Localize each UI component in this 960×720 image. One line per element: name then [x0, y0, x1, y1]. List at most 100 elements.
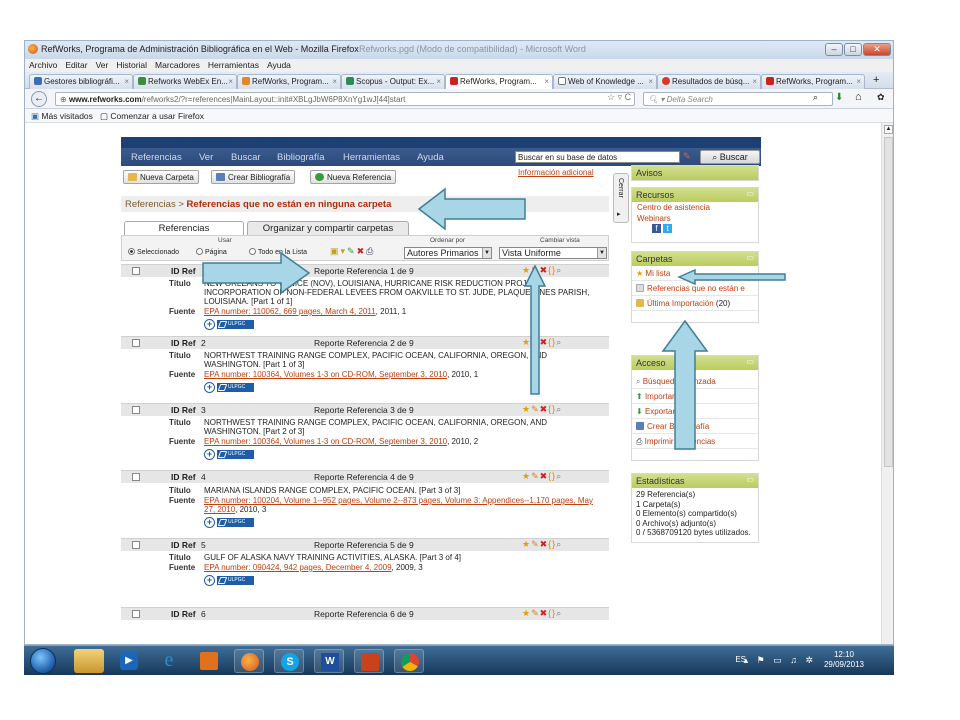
close-tab-icon[interactable]: × — [544, 77, 549, 86]
browser-tab[interactable]: Web of Knowledge ... × — [553, 74, 657, 89]
bookmark-getting-started[interactable]: ▢ Comenzar a usar Firefox — [100, 111, 204, 121]
menu-ayuda[interactable]: Ayuda — [263, 59, 295, 71]
browser-tab[interactable]: Refworks WebEx En... × — [133, 74, 237, 89]
record-checkbox[interactable] — [132, 406, 140, 414]
collapse-icon[interactable]: ▭ — [746, 253, 754, 262]
edit-icon[interactable]: ✎ — [531, 539, 540, 549]
clock[interactable]: 12:10 29/09/2013 — [824, 650, 864, 670]
collapse-icon[interactable]: ▭ — [746, 357, 754, 366]
ulpgc-link-button[interactable]: + ULPGC — [204, 517, 259, 528]
magnifier-icon[interactable]: ⌕ — [556, 404, 562, 414]
magnifier-icon[interactable]: ⌕ — [556, 608, 562, 618]
source-link[interactable]: EPA number: 100364, Volumes 1-3 on CD-RO… — [204, 437, 447, 446]
magnifier-icon[interactable]: ⌕ — [556, 539, 562, 549]
menu-editar[interactable]: Editar — [61, 59, 91, 71]
ulpgc-link-button[interactable]: + ULPGC — [204, 319, 259, 330]
magnifier-icon[interactable]: ⌕ — [556, 337, 562, 347]
download-icon[interactable]: ⬇ — [835, 92, 843, 103]
tab-referencias[interactable]: Referencias — [124, 221, 244, 235]
sidebar-close-handle[interactable]: Cerrar ▸ — [613, 173, 629, 223]
close-tab-icon[interactable]: × — [752, 77, 757, 86]
delete-icon[interactable]: ✖ — [357, 246, 367, 256]
record-checkbox[interactable] — [132, 339, 140, 347]
folder-last-import[interactable]: Última Importación (20) — [632, 296, 758, 311]
page-search-button[interactable]: ⌕ Buscar — [700, 150, 760, 164]
new-tab-icon[interactable]: + — [873, 74, 879, 86]
panel-header[interactable]: Carpetas ▭ — [632, 252, 758, 266]
sort-select[interactable]: Autores Primarios ▼ — [404, 247, 492, 259]
ulpgc-link-button[interactable]: + ULPGC — [204, 575, 259, 586]
start-button[interactable] — [30, 648, 56, 674]
braces-icon[interactable]: {} — [548, 265, 556, 275]
star-icon[interactable]: ★ — [522, 539, 531, 549]
url-field[interactable]: ⊕ www.refworks.com/refworks2/?r=referenc… — [55, 92, 635, 106]
nav-referencias[interactable]: Referencias — [131, 152, 182, 163]
panel-header[interactable]: Avisos — [632, 166, 758, 180]
braces-icon[interactable]: {} — [548, 471, 556, 481]
back-icon[interactable]: ← — [31, 91, 47, 107]
new-reference-button[interactable]: Nueva Referencia — [310, 170, 397, 184]
system-tray-icons[interactable]: ▴ ⚑ ▭ ♫ ✲ — [744, 655, 816, 666]
menu-marcadores[interactable]: Marcadores — [151, 59, 204, 71]
ulpgc-link-button[interactable]: + ULPGC — [204, 382, 259, 393]
scroll-up-icon[interactable]: ▲ — [884, 125, 893, 134]
additional-info-link[interactable]: Información adicional — [518, 168, 594, 177]
close-tab-icon[interactable]: × — [436, 77, 441, 86]
browser-search-input[interactable]: 🔍︎ ▾ Delta Search — [643, 92, 833, 106]
delete-icon[interactable]: ✖ — [540, 404, 549, 414]
media-player-icon[interactable]: ▶ — [114, 649, 144, 673]
record-checkbox[interactable] — [132, 267, 140, 275]
facebook-icon[interactable]: f — [652, 224, 661, 233]
scroll-thumb[interactable] — [884, 137, 893, 467]
magnifier-icon[interactable]: ⌕ — [556, 265, 562, 275]
word-icon[interactable]: W — [314, 649, 344, 673]
nav-herramientas[interactable]: Herramientas — [343, 152, 400, 163]
tab-organizar[interactable]: Organizar y compartir carpetas — [247, 221, 409, 235]
new-folder-button[interactable]: Nueva Carpeta — [123, 170, 199, 184]
record-checkbox[interactable] — [132, 473, 140, 481]
office-icon[interactable] — [194, 649, 224, 673]
panel-header[interactable]: Estadísticas ▭ — [632, 474, 758, 488]
help-center-link[interactable]: Centro de asistencia — [632, 202, 758, 213]
braces-icon[interactable]: {} — [548, 608, 556, 618]
menu-archivo[interactable]: Archivo — [25, 59, 61, 71]
internet-explorer-icon[interactable]: e — [154, 649, 184, 673]
page-scrollbar[interactable]: ▲ — [881, 123, 893, 644]
radio-selected[interactable]: Seleccionado — [128, 248, 179, 256]
close-tab-icon[interactable]: × — [648, 77, 653, 86]
clear-search-icon[interactable]: ✎ — [683, 151, 691, 162]
edit-icon[interactable]: ✎ — [531, 404, 540, 414]
edit-icon[interactable]: ✎ — [531, 471, 540, 481]
page-search-input[interactable]: Buscar en su base de datos — [515, 151, 680, 163]
search-icon[interactable]: ⌕ — [813, 92, 818, 103]
close-tab-icon[interactable]: × — [856, 77, 861, 86]
bookmark-star-icon[interactable]: ☆ ▿ C — [607, 92, 631, 103]
star-icon[interactable]: ★ — [522, 608, 531, 618]
maximize-button[interactable]: □ — [844, 43, 862, 56]
braces-icon[interactable]: {} — [548, 539, 556, 549]
breadcrumb-root[interactable]: Referencias — [125, 199, 176, 210]
chrome-icon[interactable] — [394, 649, 424, 673]
home-icon[interactable]: ⌂ — [855, 91, 862, 103]
nav-ver[interactable]: Ver — [199, 152, 213, 163]
browser-tab[interactable]: RefWorks, Program... × — [237, 74, 341, 89]
skype-icon[interactable]: S — [274, 649, 304, 673]
explorer-icon[interactable] — [74, 649, 104, 673]
source-link[interactable]: EPA number: 100364, Volumes 1-3 on CD-RO… — [204, 370, 447, 379]
close-tab-icon[interactable]: × — [124, 77, 129, 86]
bookmark-most-visited[interactable]: ▣ Más visitados — [31, 111, 93, 121]
collapse-icon[interactable]: ▭ — [746, 475, 754, 484]
nav-buscar[interactable]: Buscar — [231, 152, 261, 163]
browser-tab[interactable]: Scopus - Output: Ex... × — [341, 74, 445, 89]
folder-add-icon[interactable]: ▣▾ — [330, 246, 347, 256]
menu-ver[interactable]: Ver — [92, 59, 113, 71]
browser-tab[interactable]: RefWorks, Program... × — [761, 74, 865, 89]
delete-icon[interactable]: ✖ — [540, 471, 549, 481]
create-bibliography-button[interactable]: Crear Bibliografía — [211, 170, 296, 184]
delete-icon[interactable]: ✖ — [540, 608, 549, 618]
record-checkbox[interactable] — [132, 610, 140, 618]
menu-historial[interactable]: Historial — [112, 59, 151, 71]
browser-tab[interactable]: Resultados de búsq... × — [657, 74, 761, 89]
collapse-icon[interactable]: ▭ — [746, 189, 754, 198]
record-checkbox[interactable] — [132, 541, 140, 549]
